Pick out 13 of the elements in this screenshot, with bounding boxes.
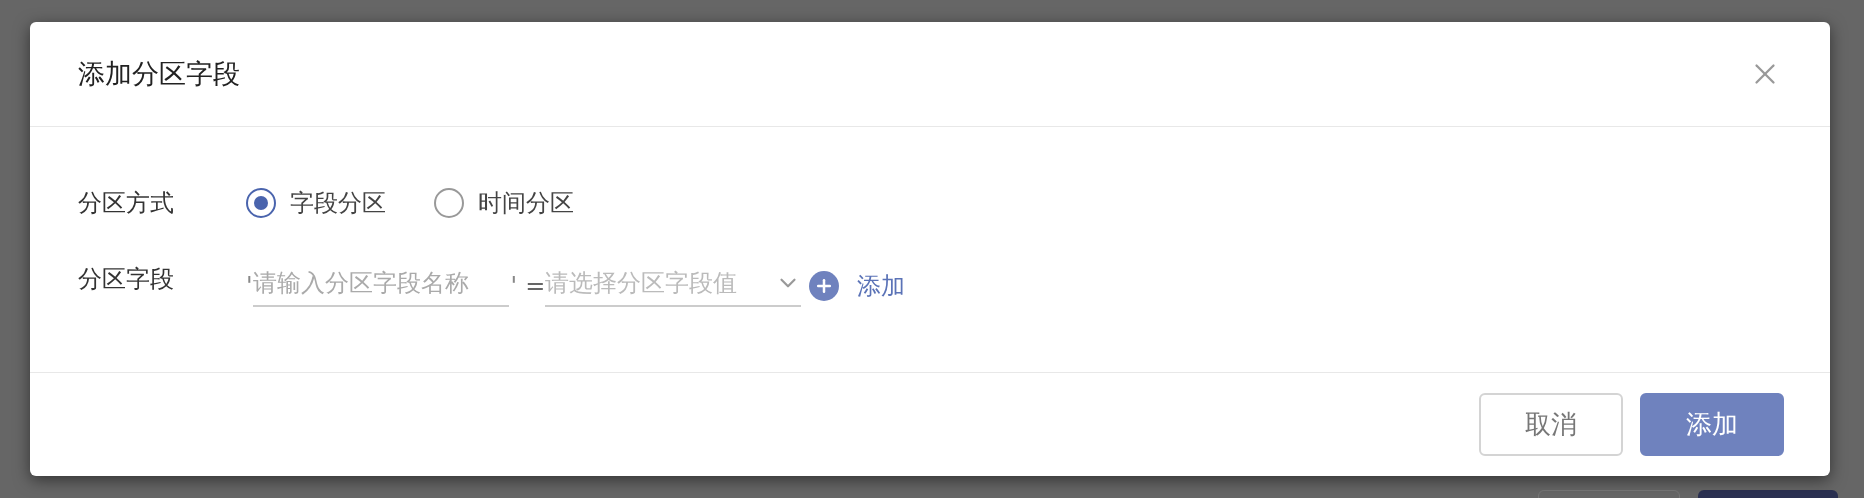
- dialog-title: 添加分区字段: [78, 56, 240, 91]
- plus-icon[interactable]: [809, 271, 840, 301]
- add-link[interactable]: 添加: [857, 268, 906, 304]
- equals-sign: =: [525, 272, 546, 302]
- add-button[interactable]: 添加: [1640, 393, 1784, 456]
- radio-option[interactable]: 时间分区: [434, 185, 574, 221]
- field-label: 分区方式: [78, 188, 175, 219]
- quote-mark: ': [246, 272, 253, 302]
- name-input-field[interactable]: 请输入分区字段名称: [252, 265, 509, 307]
- quote-mark: ': [510, 271, 518, 302]
- field-label: 分区字段: [78, 264, 175, 295]
- cancel-button[interactable]: 取消: [1479, 393, 1623, 456]
- radio-option[interactable]: 字段分区: [246, 185, 386, 221]
